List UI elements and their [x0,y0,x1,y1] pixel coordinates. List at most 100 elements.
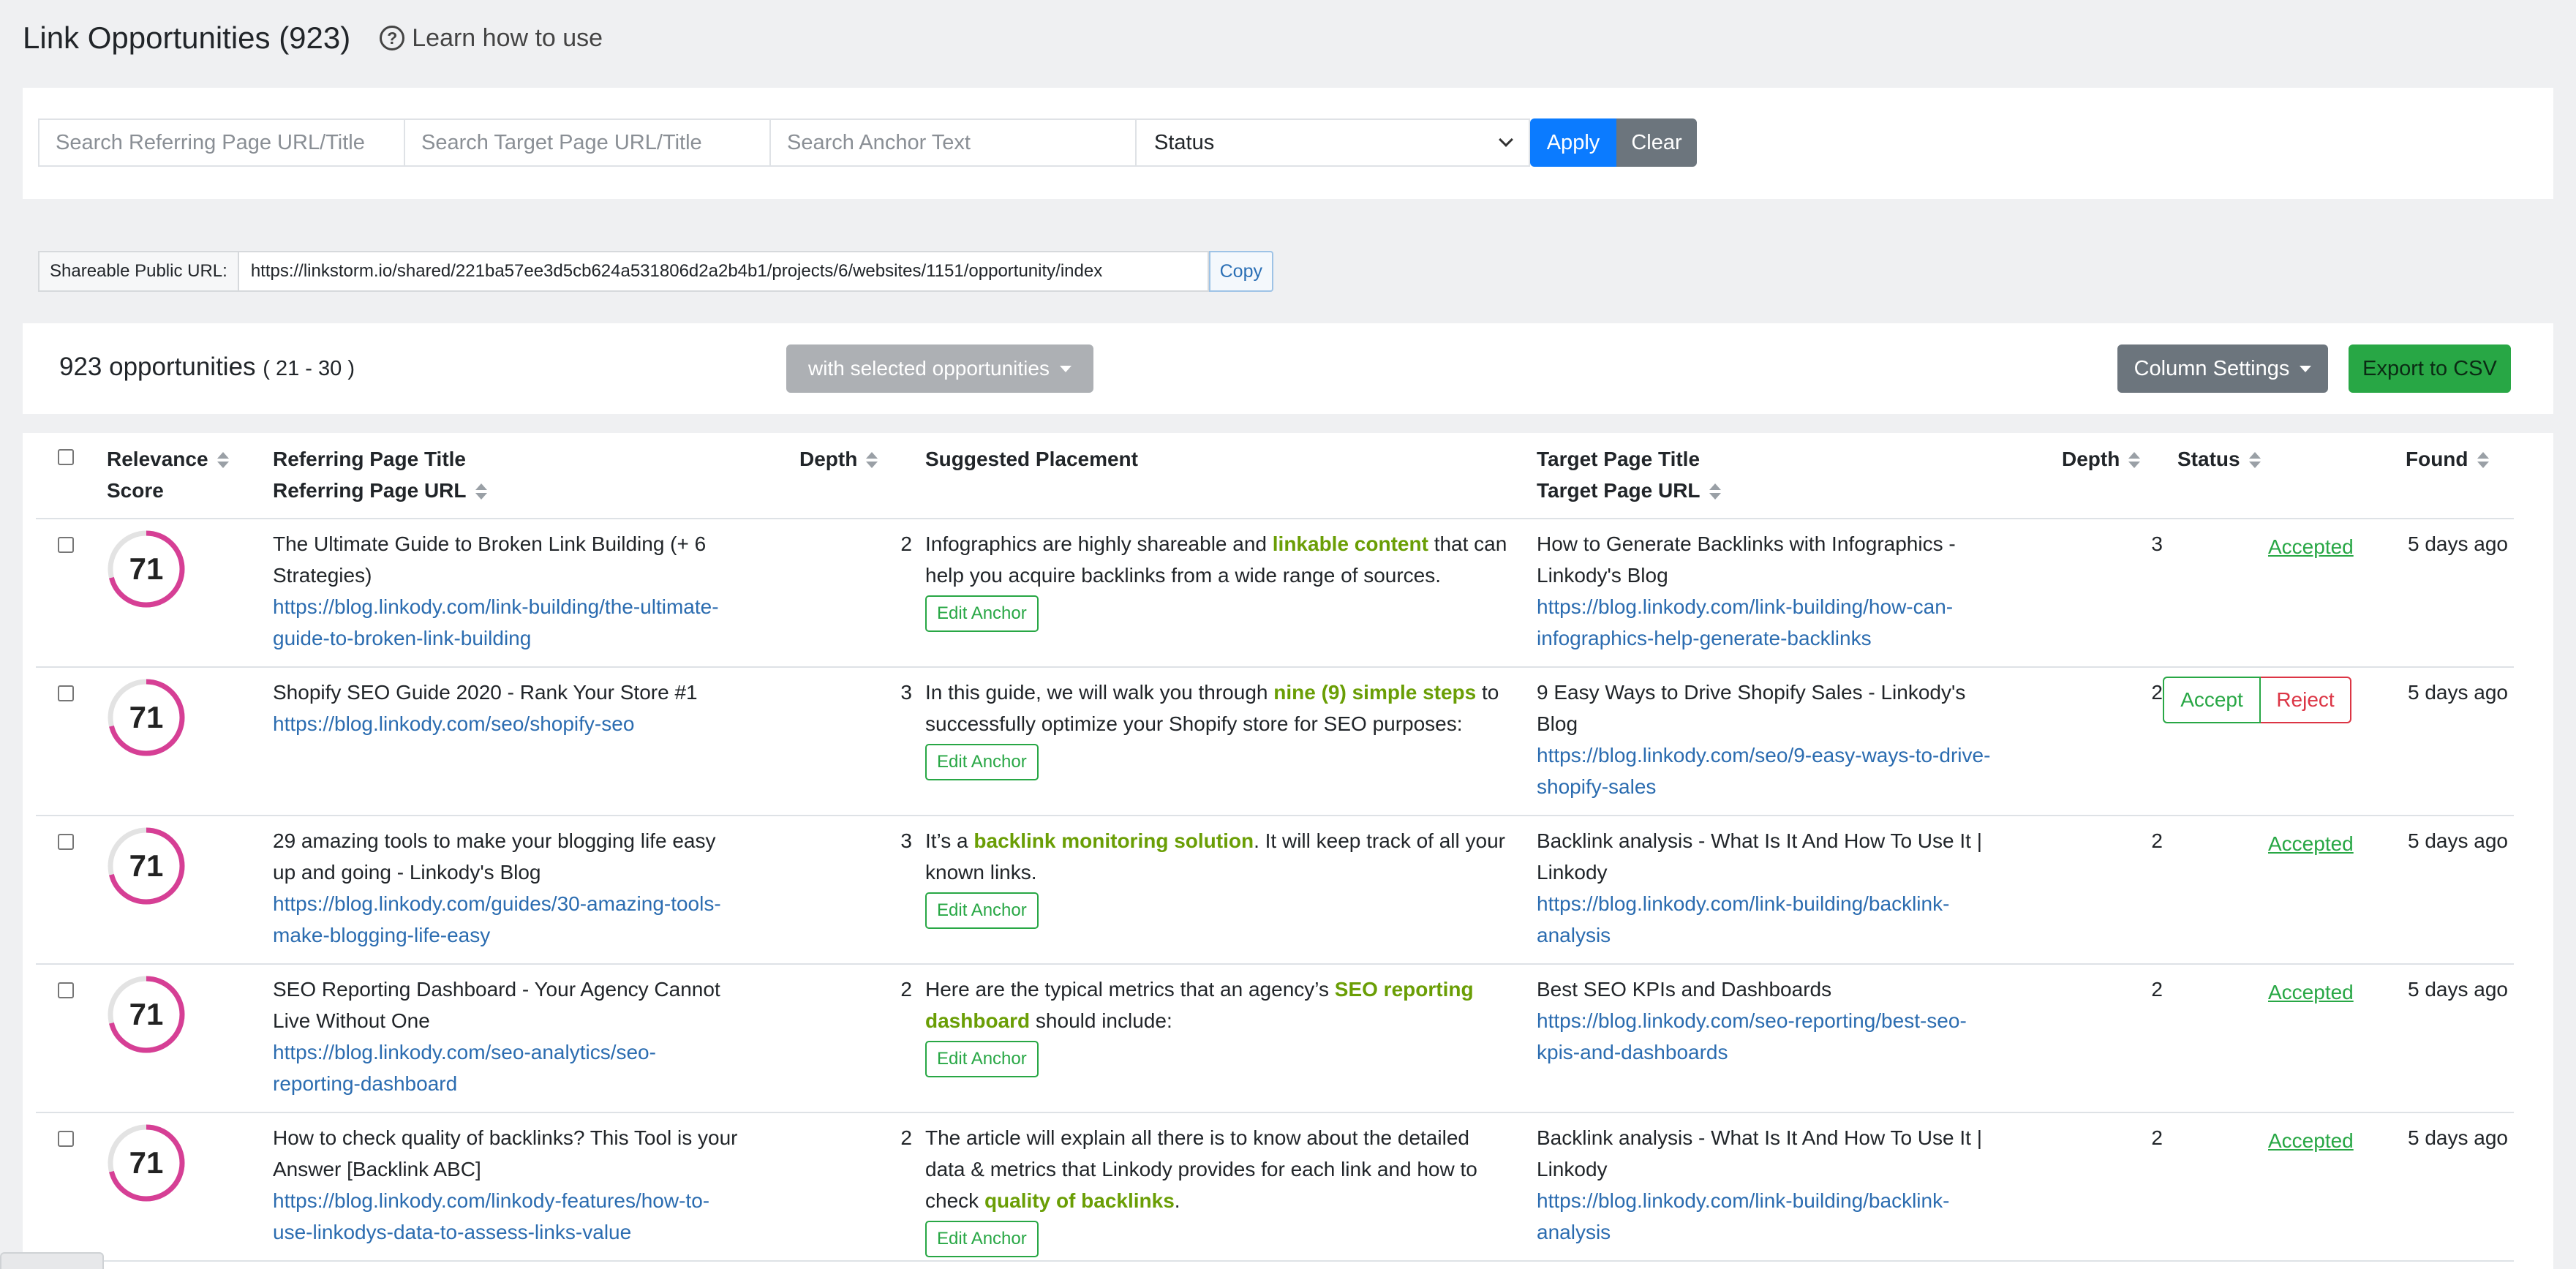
apply-button[interactable]: Apply [1530,118,1616,167]
target-depth: 2 [2151,978,2163,1001]
relevance-score-ring: 71 [107,1123,186,1202]
edit-anchor-button[interactable]: Edit Anchor [925,892,1039,929]
status-accepted-link[interactable]: Accepted [2268,1129,2354,1153]
score-value: 71 [129,551,164,586]
referring-page-url[interactable]: https://blog.linkody.com/linkody-feature… [273,1185,741,1248]
target-depth: 3 [2151,532,2163,555]
suggested-placement-cell: Infographics are highly shareable and li… [925,528,1510,632]
col-depth-label: Depth [799,448,858,470]
col-relevance-label: Relevance [107,448,208,470]
suggestion-text-after: should include: [1030,1009,1172,1032]
shareable-url-field[interactable]: https://linkstorm.io/shared/221ba57ee3d5… [237,251,1209,292]
target-page-url[interactable]: https://blog.linkody.com/link-building/h… [1537,591,2005,654]
row-checkbox[interactable] [58,834,74,850]
status-accepted-link[interactable]: Accepted [2268,535,2354,559]
shareable-url-label: Shareable Public URL: [38,251,238,292]
col-status[interactable]: Status [2177,443,2261,475]
row-checkbox[interactable] [58,537,74,553]
caret-down-icon [2300,365,2312,372]
table-row: 71 Shopify SEO Guide 2020 - Rank Your St… [36,668,2514,816]
column-settings-dropdown[interactable]: Column Settings [2117,344,2328,393]
row-checkbox[interactable] [58,685,74,701]
referring-page-url[interactable]: https://blog.linkody.com/guides/30-amazi… [273,888,741,951]
select-all-checkbox[interactable] [58,449,74,465]
target-page-title: Backlink analysis - What Is It And How T… [1537,829,1982,884]
target-page-url[interactable]: https://blog.linkody.com/link-building/b… [1537,1185,2005,1248]
status-accepted-link[interactable]: Accepted [2268,832,2354,856]
col-referring-page[interactable]: Referring Page Title Referring Page URL [273,443,487,506]
edit-anchor-button[interactable]: Edit Anchor [925,1221,1039,1257]
search-referring-input[interactable] [38,118,404,167]
col-tgt-title-label: Target Page Title [1537,448,1701,470]
suggested-anchor: nine (9) simple steps [1273,681,1477,704]
referring-page-title: The Ultimate Guide to Broken Link Buildi… [273,532,707,587]
relevance-score-ring: 71 [107,826,186,905]
referring-page-cell: SEO Reporting Dashboard - Your Agency Ca… [273,974,741,1099]
referring-page-url[interactable]: https://blog.linkody.com/link-building/t… [273,591,741,654]
score-value: 71 [129,700,164,734]
referring-page-url[interactable]: https://blog.linkody.com/seo/shopify-seo [273,708,741,739]
referring-depth: 3 [900,681,912,704]
found-date: 5 days ago [2408,1126,2508,1149]
col-tgt-url-label: Target Page URL [1537,479,1701,502]
sort-icon [866,451,878,470]
bottom-edge-tab[interactable] [0,1252,104,1269]
found-date: 5 days ago [2408,681,2508,704]
relevance-score-ring: 71 [107,975,186,1054]
col-found[interactable]: Found [2406,443,2489,475]
reject-button[interactable]: Reject [2261,677,2351,723]
filter-card: Status Apply Clear [23,88,2553,199]
caret-down-icon [1059,365,1072,372]
col-target-page[interactable]: Target Page Title Target Page URL [1537,443,1721,506]
target-page-title: How to Generate Backlinks with Infograph… [1537,532,1956,587]
table-row: 71 The Ultimate Guide to Broken Link Bui… [36,519,2514,668]
status-action-group: Accept Reject [2163,677,2351,723]
col-ref-title-label: Referring Page Title [273,448,467,470]
filter-row: Status Apply Clear [38,118,1697,167]
export-csv-button[interactable]: Export to CSV [2349,344,2511,393]
relevance-score-ring: 71 [107,678,186,757]
search-target-input[interactable] [404,118,769,167]
col-depth2-label: Depth [2062,448,2120,470]
referring-page-url[interactable]: https://blog.linkody.com/seo-analytics/s… [273,1036,741,1099]
opportunity-range: ( 21 - 30 ) [263,357,355,380]
col-depth[interactable]: Depth [799,443,878,475]
target-page-cell: Best SEO KPIs and Dashboards https://blo… [1537,974,2005,1068]
summary-card: 923 opportunities ( 21 - 30 ) with selec… [23,323,2553,414]
score-value: 71 [129,1145,164,1180]
row-checkbox[interactable] [58,982,74,998]
opportunity-count-text: 923 opportunities [59,353,256,381]
target-page-url[interactable]: https://blog.linkody.com/seo/9-easy-ways… [1537,739,2005,802]
col-status-label: Status [2177,448,2240,470]
copy-button[interactable]: Copy [1208,251,1273,292]
clear-button[interactable]: Clear [1616,118,1697,167]
with-selected-dropdown[interactable]: with selected opportunities [786,344,1093,393]
suggested-placement-cell: The article will explain all there is to… [925,1122,1510,1257]
target-depth: 2 [2151,1126,2163,1149]
found-date: 5 days ago [2408,829,2508,852]
referring-depth: 2 [900,532,912,555]
suggested-placement-cell: Here are the typical metrics that an age… [925,974,1510,1077]
search-anchor-input[interactable] [769,118,1135,167]
suggestion-text-after: . [1174,1189,1180,1212]
status-accepted-link[interactable]: Accepted [2268,981,2354,1004]
target-page-cell: How to Generate Backlinks with Infograph… [1537,528,2005,654]
suggested-anchor: quality of backlinks [984,1189,1175,1212]
col-relevance-score[interactable]: Relevance Score [107,443,229,506]
col-suggested-placement: Suggested Placement [925,448,1138,470]
edit-anchor-button[interactable]: Edit Anchor [925,1041,1039,1077]
edit-anchor-button[interactable]: Edit Anchor [925,744,1039,780]
target-page-url[interactable]: https://blog.linkody.com/seo-reporting/b… [1537,1005,2005,1068]
edit-anchor-button[interactable]: Edit Anchor [925,595,1039,632]
referring-page-cell: Shopify SEO Guide 2020 - Rank Your Store… [273,677,741,739]
suggestion-text-before: Here are the typical metrics that an age… [925,978,1335,1001]
accept-button[interactable]: Accept [2163,677,2261,723]
row-checkbox[interactable] [58,1131,74,1147]
col-target-depth[interactable]: Depth [2062,443,2141,475]
shareable-url-group: Shareable Public URL: https://linkstorm.… [38,251,1273,292]
target-page-url[interactable]: https://blog.linkody.com/link-building/b… [1537,888,2005,951]
status-select-value: Status [1154,130,1215,154]
col-score-label: Score [107,479,164,502]
status-select[interactable]: Status [1135,118,1530,167]
learn-how-to-use-link[interactable]: ? Learn how to use [380,24,603,53]
